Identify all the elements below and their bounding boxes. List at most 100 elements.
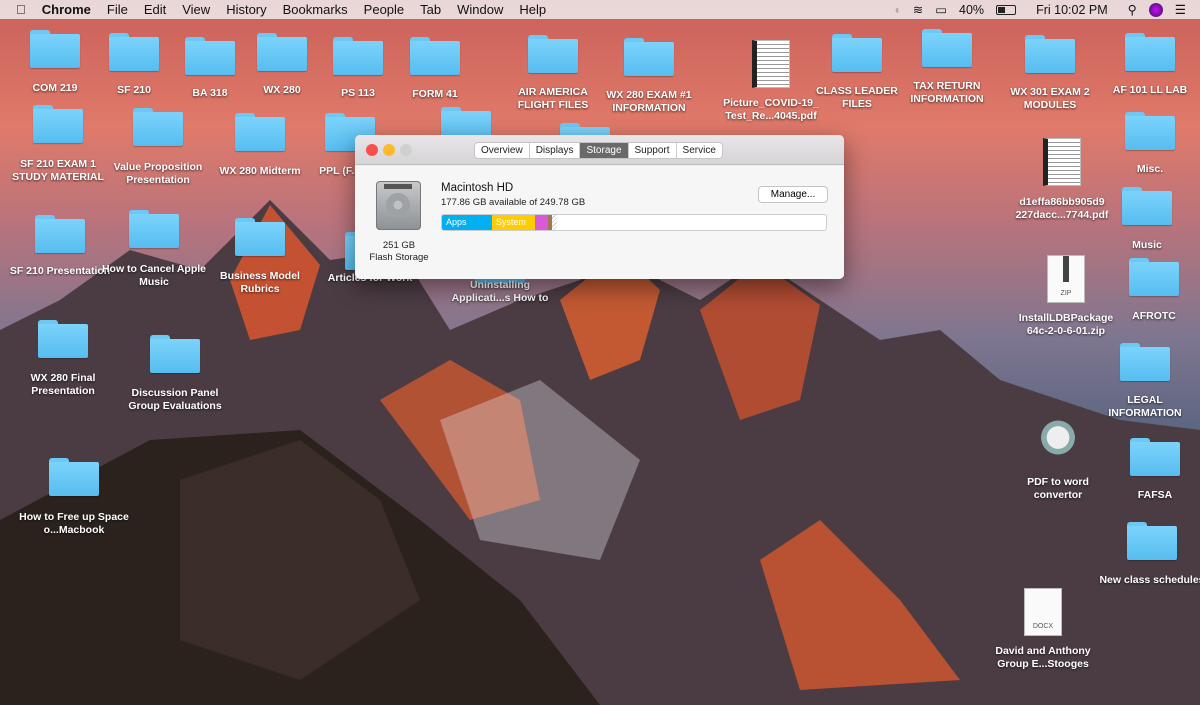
icon-label: AF 101 LL LAB (1112, 84, 1188, 96)
menu-bookmarks[interactable]: Bookmarks (283, 0, 348, 19)
folder-icon (1130, 438, 1180, 476)
menu-help[interactable]: Help (519, 0, 546, 19)
storage-segment-other-4[interactable] (551, 215, 558, 230)
hard-drive-icon (376, 181, 421, 230)
tab-bar: Overview Displays Storage Support Servic… (474, 142, 723, 159)
icon-label: Uninstalling Applicati...s How to (451, 279, 549, 304)
folder-icon (49, 458, 99, 496)
storage-panel: 251 GB Flash Storage Macintosh HD 177.86… (355, 166, 844, 279)
icon-label: WX 280 EXAM #1 INFORMATION (606, 89, 692, 114)
title-bar[interactable]: Overview Displays Storage Support Servic… (355, 135, 844, 165)
tab-service[interactable]: Service (677, 143, 722, 158)
desktop-icon-form-41[interactable]: FORM 41 (380, 37, 490, 100)
volume-name: Macintosh HD (441, 182, 514, 194)
sync-icon[interactable]: ◖ (893, 3, 901, 17)
folder-icon (1129, 258, 1179, 296)
desktop-icon-tax-return-information[interactable]: TAX RETURN INFORMATION (892, 29, 1002, 105)
desktop-icon-legal-information[interactable]: LEGAL INFORMATION (1090, 343, 1200, 419)
icon-label: How to Cancel Apple Music (101, 263, 207, 288)
automator-app-icon (1033, 415, 1083, 465)
folder-icon (235, 218, 285, 256)
file-type-badge: ZIP (1060, 290, 1072, 297)
tab-storage[interactable]: Storage (580, 143, 629, 158)
desktop-icon-how-to-cancel-apple-music[interactable]: How to Cancel Apple Music (99, 210, 209, 288)
icon-label: Discussion Panel Group Evaluations (128, 387, 222, 412)
folder-icon (1125, 33, 1175, 71)
folder-icon (30, 30, 80, 68)
icon-label: Business Model Rubrics (220, 270, 300, 295)
menu-chrome[interactable]: Chrome (42, 0, 91, 19)
airplay-icon[interactable]: ▭ (935, 2, 947, 17)
icon-label: How to Free up Space o...Macbook (19, 511, 129, 536)
desktop-icon-business-model-rubrics[interactable]: Business Model Rubrics (205, 218, 315, 295)
icon-label: FAFSA (1137, 489, 1173, 501)
desktop-icon-afrotc[interactable]: AFROTC (1099, 258, 1200, 322)
icon-label: FORM 41 (412, 88, 458, 100)
minimize-button[interactable] (383, 144, 395, 156)
battery-icon[interactable] (996, 4, 1017, 15)
icon-label: Music (1132, 239, 1162, 251)
apple-menu-icon[interactable]:  (16, 0, 26, 19)
manage-button[interactable]: Manage... (758, 186, 828, 203)
icon-label: SF 210 EXAM 1 STUDY MATERIAL (12, 158, 104, 183)
menu-window[interactable]: Window (457, 0, 503, 19)
siri-icon[interactable] (1148, 2, 1163, 17)
storage-segment-other-2[interactable] (535, 215, 548, 230)
desktop-icon-new-class-schedules[interactable]: New class schedules (1097, 522, 1200, 586)
docx-file-icon: DOCX (1024, 588, 1062, 636)
folder-icon (832, 34, 882, 72)
menu-file[interactable]: File (107, 0, 128, 19)
menu-bar:  Chrome File Edit View History Bookmark… (0, 0, 1200, 19)
folder-icon (257, 33, 307, 71)
tab-displays[interactable]: Displays (530, 143, 581, 158)
clock[interactable]: Fri 10:02 PM (1036, 3, 1108, 17)
menu-view[interactable]: View (182, 0, 210, 19)
folder-icon (1125, 112, 1175, 150)
about-this-mac-window: Overview Displays Storage Support Servic… (355, 135, 844, 279)
desktop-icon-wx-280-exam-1-information[interactable]: WX 280 EXAM #1 INFORMATION (594, 38, 704, 114)
storage-segment-apps[interactable]: Apps (442, 215, 492, 230)
wifi-icon[interactable]: ≋ (913, 2, 923, 17)
desktop-icon-wx-280-final-presentation[interactable]: WX 280 Final Presentation (8, 320, 118, 397)
folder-icon (624, 38, 674, 76)
desktop-icon-af-101-ll-lab[interactable]: AF 101 LL LAB (1095, 33, 1200, 96)
menu-edit[interactable]: Edit (144, 0, 166, 19)
desktop-icon-music[interactable]: Music (1092, 187, 1200, 251)
storage-segment-system[interactable]: System (491, 215, 536, 230)
icon-label: WX 301 EXAM 2 MODULES (1010, 86, 1090, 111)
desktop-icon-fafsa[interactable]: FAFSA (1100, 438, 1200, 501)
pdf-file-icon (752, 40, 790, 88)
desktop-icon-discussion-panel-group-evaluations[interactable]: Discussion Panel Group Evaluations (120, 335, 230, 412)
folder-icon (333, 37, 383, 75)
desktop-icon-how-to-free-up-space-o-macbook[interactable]: How to Free up Space o...Macbook (19, 458, 129, 536)
disk-caption: 251 GB Flash Storage (355, 240, 443, 264)
desktop-icon-david-and-anthony-group-e-stooges[interactable]: DOCX David and Anthony Group E...Stooges (988, 588, 1098, 670)
icon-label: AFROTC (1132, 310, 1176, 322)
icon-label: TAX RETURN INFORMATION (910, 80, 984, 105)
icon-label: PDF to word convertor (1027, 476, 1089, 501)
folder-icon (129, 210, 179, 248)
desktop-icon-d1effa86bb905d9-227dacc-7744-pdf[interactable]: d1effa86bb905d9 227dacc...7744.pdf (1007, 138, 1117, 221)
disk-type: Flash Storage (369, 252, 429, 263)
notification-list-icon[interactable]: ☰ (1175, 2, 1186, 17)
menu-history[interactable]: History (226, 0, 266, 19)
desktop-icon-sf-210-exam-1-study-material[interactable]: SF 210 EXAM 1 STUDY MATERIAL (3, 105, 113, 183)
close-button[interactable] (366, 144, 378, 156)
desktop-icon-pdf-to-word-convertor[interactable]: PDF to word convertor (1003, 415, 1113, 501)
desktop-icon-wx-301-exam-2-modules[interactable]: WX 301 EXAM 2 MODULES (995, 35, 1105, 111)
battery-percent[interactable]: 40% (959, 3, 984, 17)
tab-support[interactable]: Support (629, 143, 677, 158)
search-icon[interactable]: ⚲ (1128, 2, 1137, 17)
folder-icon (35, 215, 85, 253)
zoom-button[interactable] (400, 144, 412, 156)
folder-icon (1127, 522, 1177, 560)
storage-bar: Apps System (441, 214, 827, 231)
icon-label: David and Anthony Group E...Stooges (995, 645, 1091, 670)
tab-overview[interactable]: Overview (475, 143, 530, 158)
folder-icon (33, 105, 83, 143)
desktop-icon-air-america-flight-files[interactable]: AIR AMERICA FLIGHT FILES (498, 35, 608, 111)
menu-people[interactable]: People (364, 0, 404, 19)
desktop-icon-value-proposition-presentation[interactable]: Value Proposition Presentation (103, 108, 213, 186)
volume-available: 177.86 GB available of 249.78 GB (441, 197, 586, 208)
menu-tab[interactable]: Tab (420, 0, 441, 19)
